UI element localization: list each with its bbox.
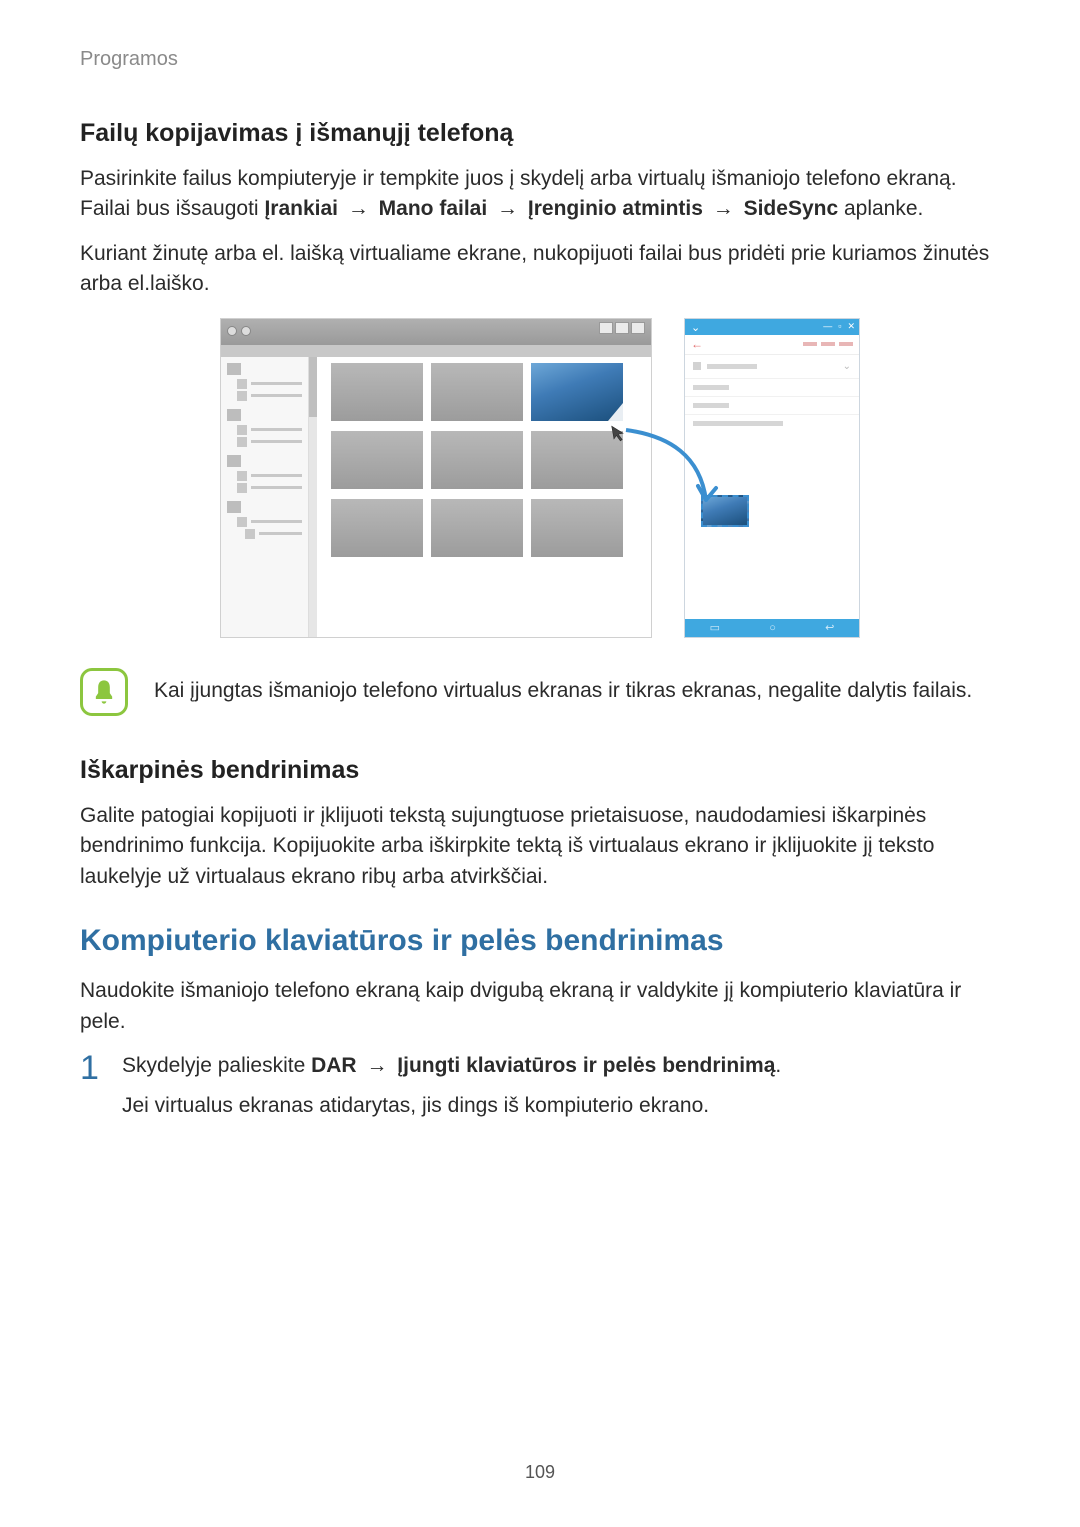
phone-list-row [685,379,859,397]
chevron-down-icon: ⌄ [843,361,851,372]
step1-line2: Jei virtualus ekranas atidarytas, jis di… [122,1091,781,1121]
window-controls-icon [599,322,645,334]
path-arrow-icon: → [362,1051,391,1081]
drag-cursor-icon [611,423,628,443]
page-header: Programos [80,48,1000,71]
file-thumbnail [431,431,523,489]
section-heading-keyboard-mouse: Kompiuterio klaviatūros ir pelės bendrin… [80,924,1000,958]
file-thumbnail [331,363,423,421]
step-number: 1 [80,1051,102,1132]
scrollbar-thumb [309,357,317,417]
pc-sidebar [221,357,309,637]
section1-paragraph2: Kuriant žinutę arba el. laišką virtualia… [80,239,1000,300]
file-thumbnail [531,431,623,489]
file-thumbnail [331,499,423,557]
pc-toolbar [221,345,651,357]
file-thumbnail-photo [531,363,623,421]
home-icon: ○ [769,622,776,634]
file-thumbnail [331,431,423,489]
back-arrow-icon: ← [691,337,703,351]
section3-paragraph1: Naudokite išmaniojo telefono ekraną kaip… [80,976,1000,1037]
mac-traffic-lights-icon [227,326,251,336]
path-arrow-icon: → [709,194,738,224]
page-number: 109 [0,1462,1080,1483]
step-1: 1 Skydelyje palieskite DAR → Įjungti kla… [80,1051,1000,1132]
phone-list-row [685,397,859,415]
path-part-device-memory: Įrenginio atmintis [528,197,703,220]
note-bell-icon [80,668,128,716]
pc-window [220,318,652,638]
menu-more: DAR [311,1054,357,1077]
file-thumbnail [431,363,523,421]
pc-content-grid [309,357,651,637]
scrollbar-track [309,357,317,637]
text-run: Skydelyje palieskite [122,1054,311,1077]
drag-arrow-icon [620,426,720,516]
text-run: aplanke. [838,197,923,220]
pc-body [221,357,651,637]
section-heading-clipboard: Iškarpinės bendrinimas [80,756,1000,785]
menu-enable-sharing: Įjungti klaviatūros ir pelės bendrinimą [397,1054,775,1077]
pc-titlebar [221,319,651,345]
phone-window-controls-icon: —▫✕ [823,321,855,332]
note-text: Kai įjungtas išmaniojo telefono virtualu… [154,676,972,706]
phone-nav-bar: ▭ ○ ↩ [685,619,859,637]
path-part-sidesync: SideSync [744,197,839,220]
file-thumbnail [531,499,623,557]
section2-paragraph1: Galite patogiai kopijuoti ir įklijuoti t… [80,801,1000,892]
phone-topbar: ⌄ —▫✕ [685,319,859,335]
path-part-myfiles: Mano failai [379,197,488,220]
note-callout: Kai įjungtas išmaniojo telefono virtualu… [80,668,1000,716]
recents-icon: ▭ [710,621,720,634]
file-thumbnail [431,499,523,557]
step1-line1: Skydelyje palieskite DAR → Įjungti klavi… [122,1051,781,1081]
phone-nav: ← [685,335,859,355]
phone-list-row: ⌄ [685,355,859,379]
path-part-tools: Įrankiai [264,197,338,220]
illustration: ⌄ —▫✕ ← ⌄ ▭ ○ ↩ [220,318,860,638]
path-arrow-icon: → [344,194,373,224]
path-arrow-icon: → [493,194,522,224]
illustration-container: ⌄ —▫✕ ← ⌄ ▭ ○ ↩ [80,318,1000,638]
chevron-down-icon: ⌄ [691,321,700,334]
back-icon: ↩ [825,621,834,634]
section1-paragraph1: Pasirinkite failus kompiuteryje ir tempk… [80,164,1000,225]
section-heading-copy-files: Failų kopijavimas į išmanųjį telefoną [80,119,1000,148]
